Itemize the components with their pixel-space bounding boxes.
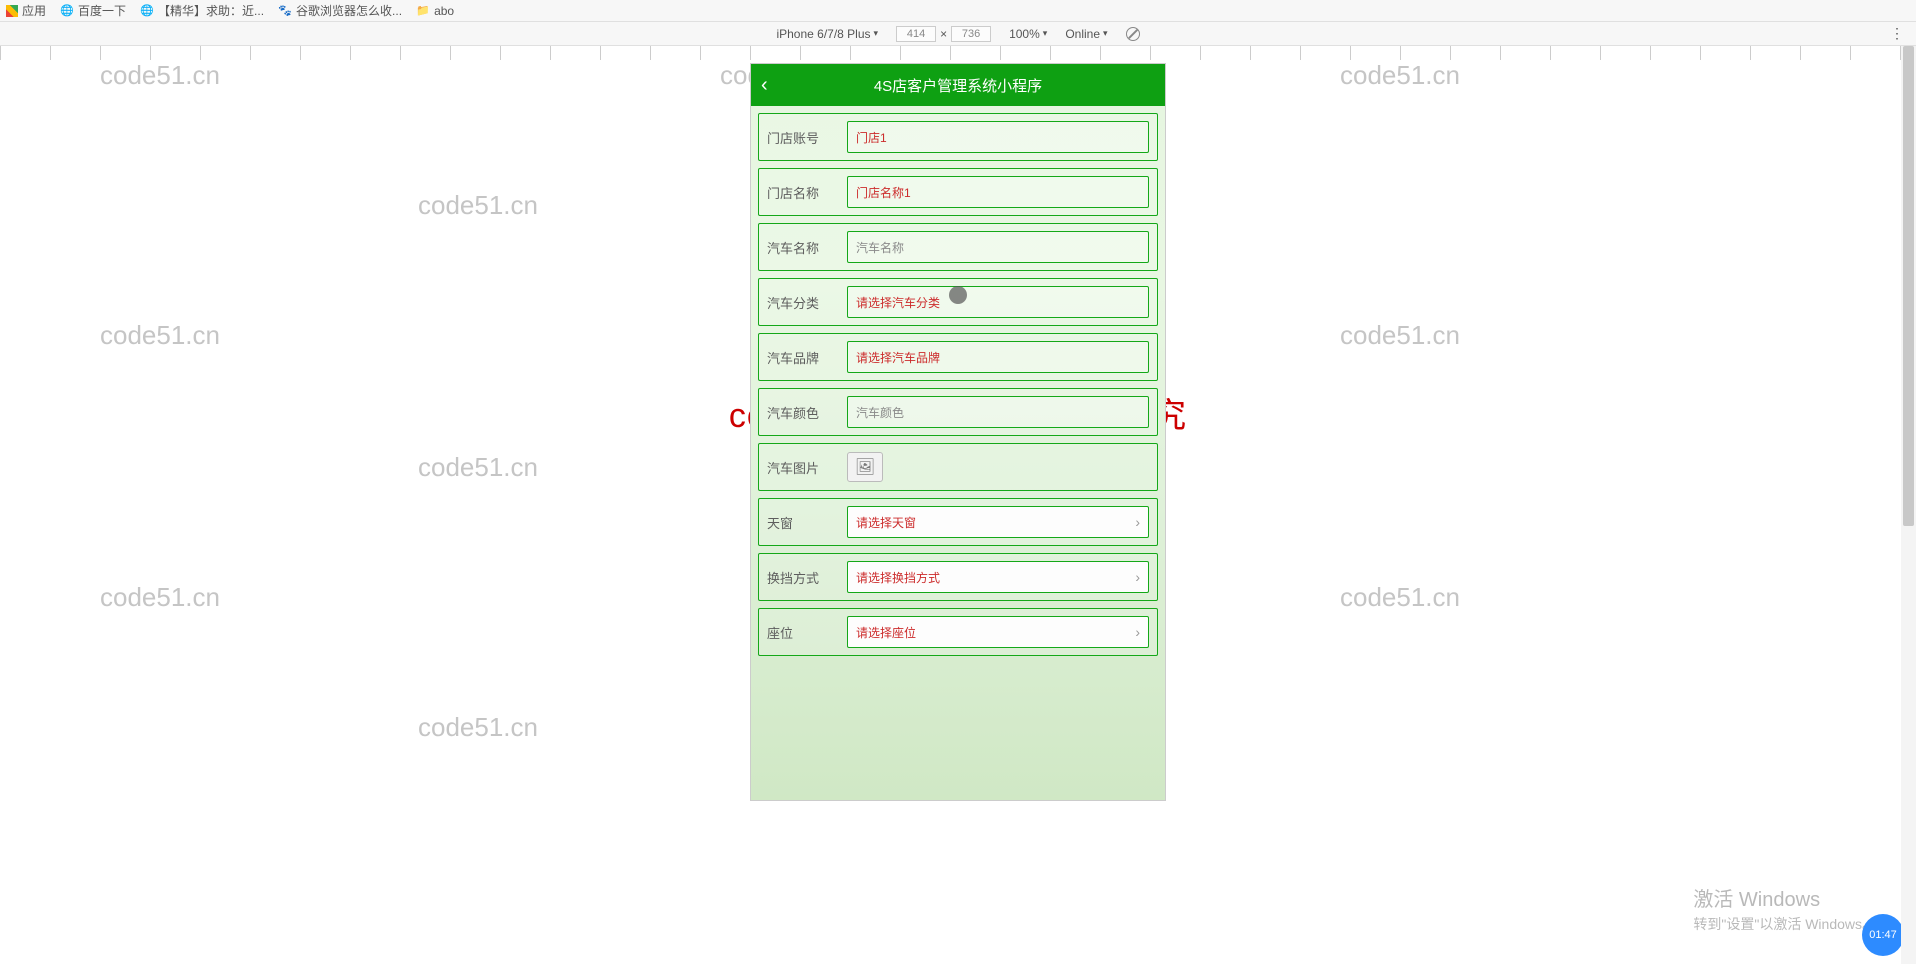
bookmark-label: 应用 (22, 2, 46, 19)
field-car-color[interactable]: 汽车颜色 (847, 396, 1149, 428)
globe-icon (60, 4, 74, 18)
form: 门店账号 门店1 门店名称 门店名称1 汽车名称 汽车名称 汽车分类 请选择汽车… (751, 106, 1165, 670)
watermark: code51.cn (100, 320, 220, 351)
more-menu-icon[interactable]: ⋮ (1890, 25, 1904, 42)
watermark: code51.cn (1340, 320, 1460, 351)
devtools-device-bar: iPhone 6/7/8 Plus × 100% Online ⋮ (0, 22, 1916, 46)
field-car-brand[interactable]: 请选择汽车品牌 (847, 341, 1149, 373)
label-car-brand: 汽车品牌 (767, 348, 839, 367)
network-select[interactable]: Online (1065, 27, 1107, 41)
row-car-color: 汽车颜色 汽车颜色 (758, 388, 1158, 436)
field-gear[interactable]: 请选择换挡方式 › (847, 561, 1149, 593)
height-input[interactable] (951, 26, 991, 42)
label-sunroof: 天窗 (767, 513, 839, 532)
globe-icon (140, 4, 154, 18)
bookmark-label: 百度一下 (78, 2, 126, 19)
watermark: code51.cn (1340, 60, 1460, 91)
label-store-name: 门店名称 (767, 183, 839, 202)
row-car-cat: 汽车分类 请选择汽车分类 (758, 278, 1158, 326)
bookmark-label: 【精华】求助：近... (158, 2, 264, 19)
row-car-brand: 汽车品牌 请选择汽车品牌 (758, 333, 1158, 381)
bookmark-apps[interactable]: 应用 (6, 2, 46, 19)
field-text: 请选择座位 (856, 624, 916, 641)
activation-sub: 转到"设置"以激活 Windows。 (1693, 914, 1876, 934)
field-text: 请选择天窗 (856, 514, 916, 531)
row-car-name: 汽车名称 汽车名称 (758, 223, 1158, 271)
watermark: code51.cn (100, 60, 220, 91)
field-seat[interactable]: 请选择座位 › (847, 616, 1149, 648)
chevron-right-icon: › (1135, 514, 1140, 530)
bookmark-abo[interactable]: abo (416, 4, 454, 18)
chevron-right-icon: › (1135, 624, 1140, 640)
label-car-name: 汽车名称 (767, 238, 839, 257)
watermark: code51.cn (418, 452, 538, 483)
device-viewport: ‹ 4S店客户管理系统小程序 门店账号 门店1 门店名称 门店名称1 汽车名称 … (751, 64, 1165, 800)
label-car-color: 汽车颜色 (767, 403, 839, 422)
folder-icon (416, 4, 430, 18)
row-car-pic: 汽车图片 🖼 (758, 443, 1158, 491)
bookmark-label: 谷歌浏览器怎么收... (296, 2, 402, 19)
paw-icon (278, 4, 292, 18)
watermark: code51.cn (1340, 582, 1460, 613)
chevron-right-icon: › (1135, 569, 1140, 585)
label-car-pic: 汽车图片 (767, 458, 839, 477)
field-car-name[interactable]: 汽车名称 (847, 231, 1149, 263)
apps-icon (6, 5, 18, 17)
bookmark-baidu[interactable]: 百度一下 (60, 2, 126, 19)
device-dims: × (896, 26, 991, 42)
watermark: code51.cn (100, 582, 220, 613)
upload-image-icon[interactable]: 🖼 (847, 452, 883, 482)
field-text: 请选择换挡方式 (856, 569, 940, 586)
back-icon[interactable]: ‹ (761, 74, 768, 97)
field-store-acct[interactable]: 门店1 (847, 121, 1149, 153)
no-throttle-icon[interactable] (1126, 27, 1140, 41)
field-sunroof[interactable]: 请选择天窗 › (847, 506, 1149, 538)
network-value: Online (1065, 27, 1100, 41)
bookmarks-bar: 应用 百度一下 【精华】求助：近... 谷歌浏览器怎么收... abo (0, 0, 1916, 22)
activation-title: 激活 Windows (1693, 883, 1876, 912)
app-title: 4S店客户管理系统小程序 (751, 75, 1165, 96)
label-store-acct: 门店账号 (767, 128, 839, 147)
watermark: code51.cn (418, 712, 538, 743)
row-sunroof: 天窗 请选择天窗 › (758, 498, 1158, 546)
row-seat: 座位 请选择座位 › (758, 608, 1158, 656)
width-input[interactable] (896, 26, 936, 42)
zoom-value: 100% (1009, 27, 1040, 41)
zoom-select[interactable]: 100% (1009, 27, 1047, 41)
field-car-cat[interactable]: 请选择汽车分类 (847, 286, 1149, 318)
bookmark-jinghua[interactable]: 【精华】求助：近... (140, 2, 264, 19)
label-seat: 座位 (767, 623, 839, 642)
app-header: ‹ 4S店客户管理系统小程序 (751, 64, 1165, 106)
bookmark-label: abo (434, 4, 454, 18)
scrollbar-thumb[interactable] (1903, 46, 1914, 526)
ruler-horizontal (0, 46, 1916, 60)
device-select[interactable]: iPhone 6/7/8 Plus (776, 27, 878, 41)
scrollbar-vertical[interactable] (1901, 46, 1916, 964)
windows-activation: 激活 Windows 转到"设置"以激活 Windows。 (1693, 883, 1876, 934)
dims-x: × (940, 27, 947, 41)
bookmark-chrome-tip[interactable]: 谷歌浏览器怎么收... (278, 2, 402, 19)
field-store-name[interactable]: 门店名称1 (847, 176, 1149, 208)
device-name: iPhone 6/7/8 Plus (776, 27, 870, 41)
row-store-acct: 门店账号 门店1 (758, 113, 1158, 161)
label-gear: 换挡方式 (767, 568, 839, 587)
clock-badge[interactable]: 01:47 (1862, 914, 1904, 956)
row-gear: 换挡方式 请选择换挡方式 › (758, 553, 1158, 601)
label-car-cat: 汽车分类 (767, 293, 839, 312)
watermark: code51.cn (418, 190, 538, 221)
row-store-name: 门店名称 门店名称1 (758, 168, 1158, 216)
